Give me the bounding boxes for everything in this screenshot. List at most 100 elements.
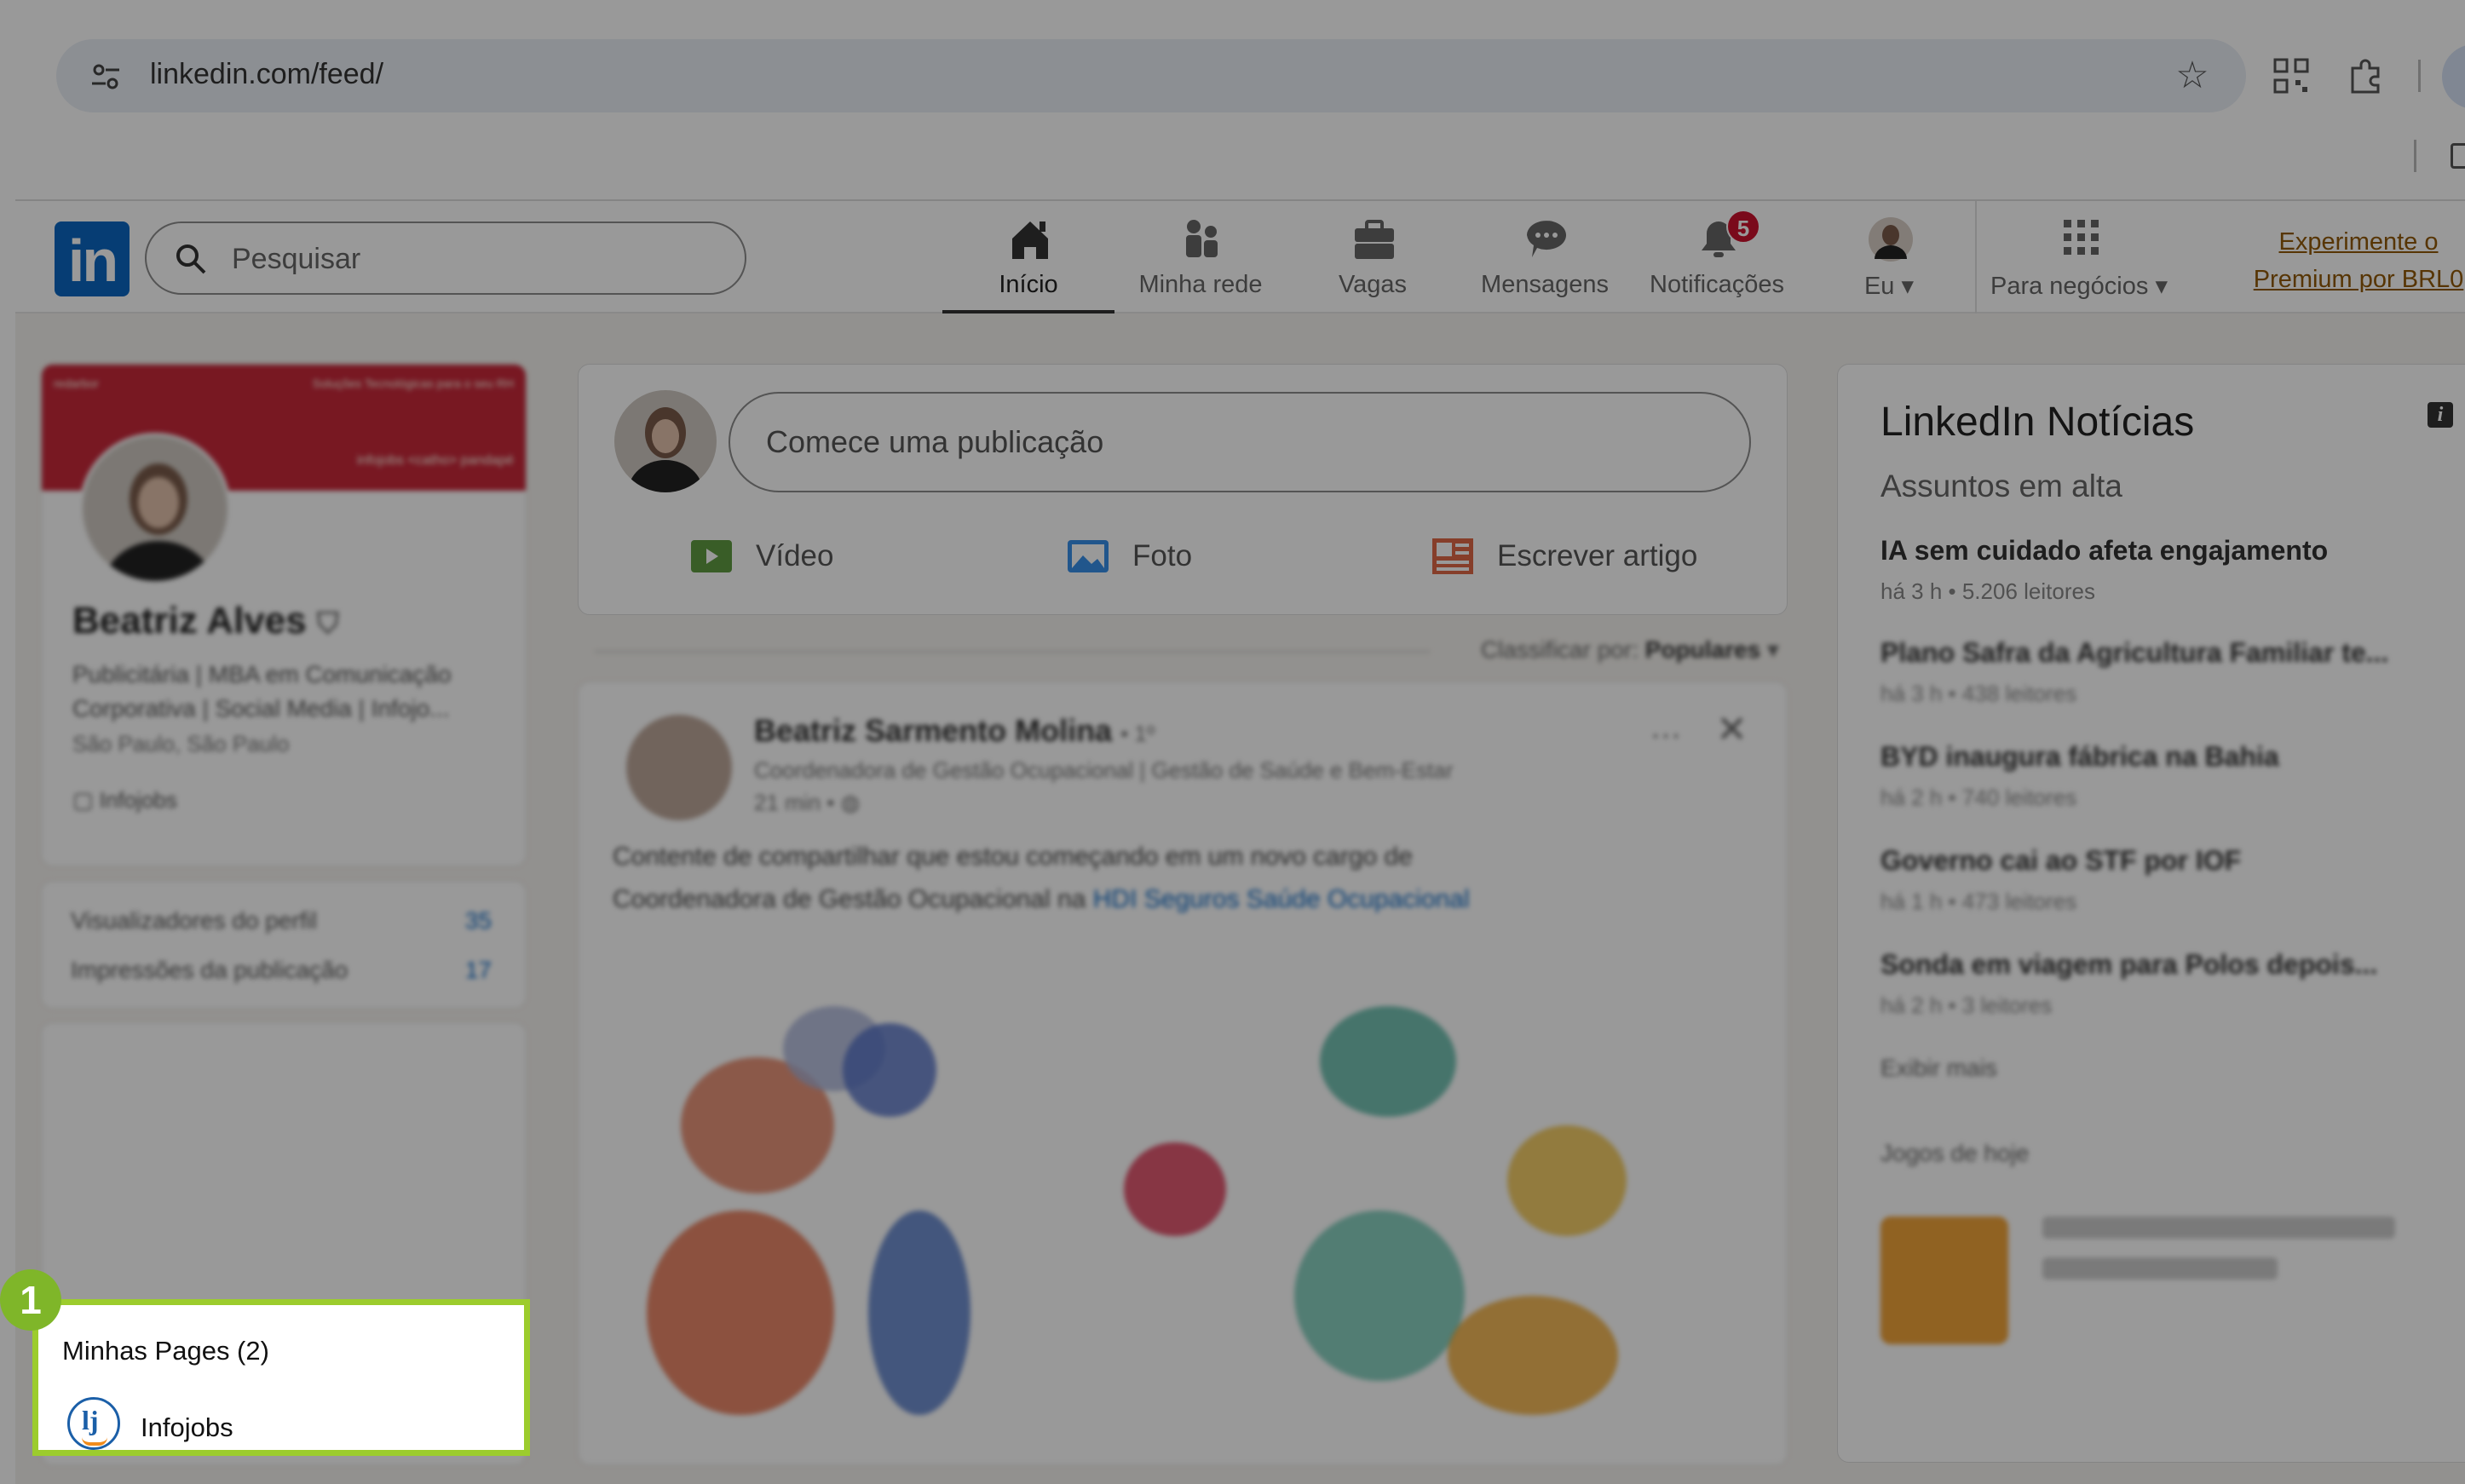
nav-for-business[interactable]: Para negócios ▾ <box>1985 201 2173 313</box>
news-item[interactable]: Plano Safra da Agricultura Familiar te..… <box>1880 637 2460 707</box>
article-action[interactable]: Escrever artigo <box>1431 528 1697 584</box>
article-label[interactable]: Escrever artigo <box>1497 539 1697 573</box>
nav-me[interactable]: Eu ▾ <box>1803 201 1975 313</box>
sort-value[interactable]: Populares <box>1645 636 1760 663</box>
search-input[interactable] <box>232 239 709 279</box>
info-icon[interactable]: i <box>2428 402 2453 428</box>
address-bar[interactable]: linkedin.com/feed/ ☆ <box>56 39 2246 112</box>
search-box[interactable] <box>145 221 746 295</box>
news-headline[interactable]: IA sem cuidado afeta engajamento <box>1880 535 2460 567</box>
nav-network[interactable]: Minha rede <box>1114 201 1287 313</box>
news-item[interactable]: Governo cai ao STF por IOF há 1 h • 473 … <box>1880 845 2460 915</box>
news-meta: há 1 h • 473 leitores <box>1880 889 2077 914</box>
profile-location: São Paulo, São Paulo <box>72 731 290 756</box>
screen-frame: linkedin.com/feed/ ☆ in Pesquisar Início… <box>15 3 2465 1484</box>
image-shape <box>843 1023 936 1117</box>
jobs-icon <box>1355 220 1394 259</box>
news-headline[interactable]: Governo cai ao STF por IOF <box>1880 845 2460 877</box>
post-image[interactable] <box>613 955 1746 1464</box>
more-options-icon[interactable]: ··· <box>1650 716 1681 752</box>
premium-link[interactable]: Experimente o Premium por BRL0 <box>2231 223 2465 298</box>
qr-code-icon[interactable] <box>2273 58 2309 94</box>
cover-brand-left: redarbor <box>54 377 99 390</box>
profile-company[interactable]: ▢ Infojobs <box>72 787 177 814</box>
linkedin-header: in Início Minha rede <box>15 201 2465 313</box>
my-pages-title[interactable]: Minhas Pages (2) <box>62 1336 269 1366</box>
nav-messaging[interactable]: Mensagens <box>1459 201 1631 313</box>
linkedin-logo[interactable]: in <box>55 221 130 296</box>
grid-icon <box>2064 220 2099 255</box>
home-icon <box>1012 221 1048 259</box>
headline-line-2: Corporativa | Social Media | Infojo... <box>72 695 450 722</box>
profile-company-text[interactable]: Infojobs <box>100 787 177 813</box>
page-name[interactable]: Infojobs <box>141 1412 233 1443</box>
stats-row-label[interactable]: Impressões da publicação <box>71 957 348 984</box>
premium-line-2[interactable]: Premium por BRL0 <box>2231 261 2465 298</box>
image-shape <box>1320 1006 1456 1117</box>
post-text: Contente de compartilhar que estou começ… <box>613 836 1720 921</box>
nav-notifications[interactable]: 5 Notificações <box>1631 201 1803 313</box>
video-icon <box>691 540 732 572</box>
news-item[interactable]: IA sem cuidado afeta engajamento há 3 h … <box>1880 535 2460 605</box>
infojobs-logo[interactable]: lj <box>67 1397 120 1450</box>
profile-name-text[interactable]: Beatriz Alves <box>72 600 307 641</box>
post-company-link[interactable]: HDI Seguros Saúde Ocupacional <box>1093 885 1470 913</box>
post-author[interactable]: Beatriz Sarmento Molina • 1º <box>754 713 1155 749</box>
start-post-button[interactable]: Comece uma publicação <box>729 392 1751 492</box>
share-box: Comece uma publicação Vídeo Foto Escreve… <box>578 364 1788 615</box>
post-author-name[interactable]: Beatriz Sarmento Molina <box>754 713 1112 748</box>
news-subtitle: Assuntos em alta <box>1880 469 2122 503</box>
profile-avatar[interactable] <box>79 433 231 584</box>
verified-icon: ⛉ <box>316 607 339 640</box>
stats-row-label[interactable]: Visualizadores do perfil <box>71 907 317 935</box>
tab-strip-icon[interactable] <box>2451 143 2465 169</box>
article-icon <box>1432 538 1473 574</box>
profile-name[interactable]: Beatriz Alves ⛉ <box>72 600 338 642</box>
my-pages-callout[interactable]: Minhas Pages (2) lj Infojobs <box>32 1299 530 1456</box>
nav-label: Mensagens <box>1481 271 1609 298</box>
infojobs-logo-text: lj <box>82 1405 99 1435</box>
url-text[interactable]: linkedin.com/feed/ <box>150 58 383 91</box>
news-meta: há 2 h • 3 leitores <box>1880 992 2053 1018</box>
image-shape <box>1294 1211 1465 1381</box>
nav-home[interactable]: Início <box>942 201 1114 313</box>
profile-stats-card: Visualizadores do perfil 35 Impressões d… <box>41 881 527 1009</box>
nav-label: Minha rede <box>1138 271 1263 298</box>
news-item[interactable]: Sonda em viagem para Polos depois... há … <box>1880 949 2460 1019</box>
post-author-headline: Coordenadora de Gestão Ocupacional | Ges… <box>754 757 1454 783</box>
news-meta: há 3 h • 5.206 leitores <box>1880 578 2095 604</box>
nav-jobs[interactable]: Vagas <box>1287 201 1459 313</box>
photo-label[interactable]: Foto <box>1132 539 1192 573</box>
business-label-text: Para negócios <box>1990 273 2149 300</box>
business-label: Para negócios ▾ <box>1990 273 2168 300</box>
browser-profile-chip[interactable] <box>2442 44 2465 109</box>
news-headline[interactable]: Plano Safra da Agricultura Familiar te..… <box>1880 637 2460 669</box>
star-icon[interactable]: ☆ <box>2173 56 2212 95</box>
post-time-text: 21 min • <box>754 790 835 815</box>
news-item[interactable]: BYD inaugura fábrica na Bahia há 2 h • 7… <box>1880 741 2460 811</box>
photo-action[interactable]: Foto <box>1066 528 1192 584</box>
news-headline[interactable]: BYD inaugura fábrica na Bahia <box>1880 741 2460 773</box>
stats-row-value: 35 <box>464 907 492 934</box>
video-action[interactable]: Vídeo <box>689 528 833 584</box>
headline-line-1: Publicitária | MBA em Comunicação <box>72 661 452 687</box>
nav-label: Notificações <box>1650 271 1784 298</box>
cover-brands: infojobs <catho> pandapé <box>356 453 514 468</box>
site-settings-icon[interactable] <box>90 61 121 92</box>
news-headline[interactable]: Sonda em viagem para Polos depois... <box>1880 949 2460 981</box>
show-more-button[interactable]: Exibir mais <box>1880 1055 1997 1082</box>
close-icon[interactable]: ✕ <box>1716 708 1748 751</box>
photo-icon <box>1068 540 1109 572</box>
nav-label: Eu ▾ <box>1863 273 1915 300</box>
extensions-icon[interactable] <box>2346 56 2385 95</box>
video-label[interactable]: Vídeo <box>756 539 833 573</box>
post-text-line-1: Contente de compartilhar que estou começ… <box>613 843 1413 871</box>
image-shape <box>1448 1296 1618 1415</box>
share-avatar[interactable] <box>614 390 717 492</box>
puzzle-thumbnail[interactable] <box>1880 1217 2008 1344</box>
sort-dropdown[interactable]: Classificar por: Populares ▾ <box>1481 636 1779 664</box>
image-shape <box>868 1211 970 1415</box>
main-nav: Início Minha rede Vagas Mensagens 5 Noti… <box>942 201 1975 313</box>
post-author-avatar[interactable] <box>626 715 732 820</box>
premium-line-1[interactable]: Experimente o <box>2231 223 2465 261</box>
